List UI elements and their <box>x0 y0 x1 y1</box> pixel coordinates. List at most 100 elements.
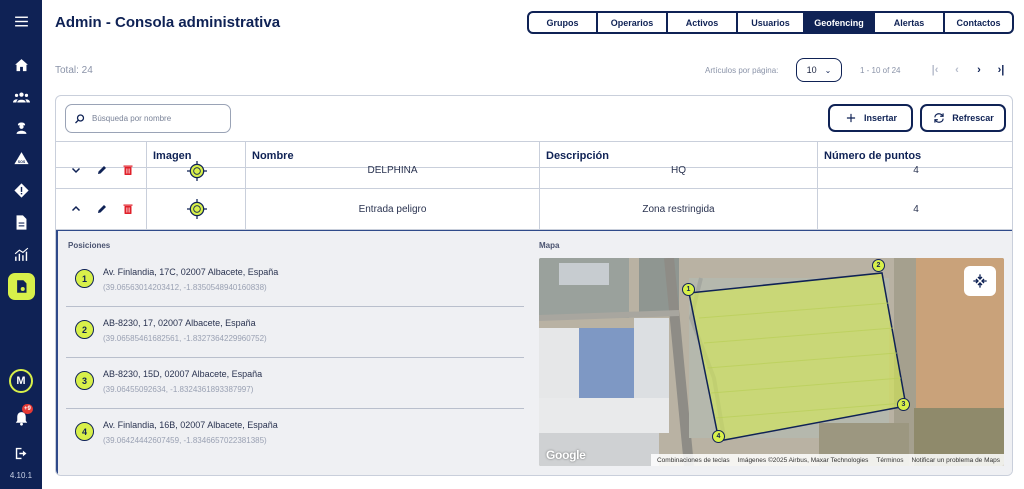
row-points: 4 <box>913 203 919 215</box>
position-item: 3 AB-8230, 15D, 02007 Albacete, España (… <box>66 358 524 409</box>
delete-trash-icon[interactable] <box>122 203 134 215</box>
app-root: SOS M +9 4.10.1 Admin - Consola administ… <box>0 0 1024 489</box>
satellite-map-image <box>539 258 1004 466</box>
document-icon[interactable] <box>0 209 42 235</box>
tab-contactos[interactable]: Contactos <box>944 11 1014 34</box>
row-name-cell: Entrada peligro <box>245 189 539 229</box>
groups-icon[interactable] <box>0 84 42 110</box>
map-marker[interactable]: 2 <box>872 259 885 272</box>
row-points-cell: 4 <box>817 165 1012 188</box>
map-view[interactable]: 1 2 3 4 Google Combinaciones de teclas I… <box>539 258 1004 466</box>
geofence-table-card: Insertar Refrescar Imagen Nombre Descrip… <box>55 95 1013 476</box>
collapse-arrows-icon <box>973 274 987 288</box>
position-item: 2 AB-8230, 17, 02007 Albacete, España (3… <box>66 307 524 358</box>
total-count: Total: 24 <box>55 65 93 76</box>
analytics-icon[interactable] <box>0 241 42 267</box>
search-icon <box>75 113 85 123</box>
position-item: 1 Av. Finlandia, 17C, 02007 Albacete, Es… <box>66 256 524 307</box>
position-number: 4 <box>75 422 94 441</box>
delete-trash-icon[interactable] <box>122 164 134 176</box>
table-row[interactable]: DELPHINA HQ 4 <box>56 161 1012 189</box>
position-item: 4 Av. Finlandia, 16B, 02007 Albacete, Es… <box>66 409 524 460</box>
previous-page-icon[interactable]: ‹ <box>950 62 964 78</box>
app-version: 4.10.1 <box>9 471 33 480</box>
last-page-icon[interactable]: ›| <box>994 62 1008 78</box>
search-box[interactable] <box>65 104 231 133</box>
positions-label: Posiciones <box>68 241 111 250</box>
sidebar: SOS M +9 4.10.1 <box>0 0 42 489</box>
position-address: Av. Finlandia, 16B, 02007 Albacete, Espa… <box>103 420 278 430</box>
report-problem-link[interactable]: Notificar un problema de Maps <box>911 457 1000 464</box>
logout-icon[interactable] <box>0 440 42 466</box>
chevron-down-icon: ⌄ <box>824 65 832 75</box>
next-page-icon[interactable]: › <box>972 62 986 78</box>
position-coordinates: (39.06563014203412, -1.8350548940160838) <box>103 283 267 292</box>
section-tabs: Grupos Operarios Activos Usuarios Geofen… <box>527 11 1014 34</box>
position-coordinates: (39.06424442607459, -1.8346657022381385) <box>103 436 267 445</box>
notification-badge: +9 <box>22 404 33 414</box>
row-points-cell: 4 <box>817 189 1012 229</box>
map-marker[interactable]: 1 <box>682 283 695 296</box>
refresh-button-label: Refrescar <box>952 113 994 123</box>
sos-icon[interactable]: SOS <box>0 145 42 171</box>
position-number: 1 <box>75 269 94 288</box>
map-marker[interactable]: 3 <box>897 398 910 411</box>
table-row[interactable]: Entrada peligro Zona restringida 4 <box>56 189 1012 230</box>
search-input[interactable] <box>92 114 222 123</box>
avatar[interactable]: M <box>9 369 33 393</box>
menu-icon[interactable] <box>0 8 42 34</box>
insert-button-label: Insertar <box>863 113 898 123</box>
row-detail-panel: Posiciones Mapa 1 Av. Finlandia, 17C, 02… <box>56 230 1012 475</box>
tab-usuarios[interactable]: Usuarios <box>737 11 804 34</box>
svg-text:SOS: SOS <box>17 159 25 163</box>
home-icon[interactable] <box>0 52 42 78</box>
keyboard-shortcuts-link[interactable]: Combinaciones de teclas <box>657 457 730 464</box>
tab-alertas[interactable]: Alertas <box>874 11 944 34</box>
alert-icon[interactable] <box>0 177 42 203</box>
refresh-icon <box>934 113 944 123</box>
row-image-cell <box>146 161 246 188</box>
row-description-cell: Zona restringida <box>539 189 817 229</box>
row-points: 4 <box>913 165 919 176</box>
row-name: Entrada peligro <box>358 203 427 215</box>
row-description-cell: HQ <box>539 165 817 188</box>
operator-icon[interactable] <box>0 114 42 140</box>
tab-operarios[interactable]: Operarios <box>597 11 667 34</box>
tab-geofencing[interactable]: Geofencing <box>804 11 874 34</box>
position-coordinates: (39.06585461682561, -1.8327364229960752) <box>103 334 267 343</box>
position-address: AB-8230, 15D, 02007 Albacete, España <box>103 369 263 379</box>
position-address: AB-8230, 17, 02007 Albacete, España <box>103 318 256 328</box>
position-address: Av. Finlandia, 17C, 02007 Albacete, Espa… <box>103 267 279 277</box>
per-page-value: 10 <box>806 65 817 75</box>
row-name: DELPHINA <box>367 165 418 176</box>
map-marker[interactable]: 4 <box>712 430 725 443</box>
row-image-cell <box>146 189 246 229</box>
terms-link[interactable]: Términos <box>876 457 903 464</box>
map-label: Mapa <box>539 241 560 250</box>
collapse-chevron-icon[interactable] <box>70 203 82 215</box>
expand-chevron-icon[interactable] <box>70 164 82 176</box>
row-description: Zona restringida <box>642 203 715 215</box>
insert-button[interactable]: Insertar <box>828 104 913 132</box>
refresh-button[interactable]: Refrescar <box>920 104 1006 132</box>
plus-icon <box>846 113 856 123</box>
row-actions <box>70 189 134 229</box>
position-number: 2 <box>75 320 94 339</box>
edit-pencil-icon[interactable] <box>96 164 108 176</box>
geofence-marker-icon <box>186 199 207 219</box>
per-page-select[interactable]: 10 ⌄ <box>796 58 842 82</box>
tab-grupos[interactable]: Grupos <box>527 11 597 34</box>
position-number: 3 <box>75 371 94 390</box>
row-actions <box>70 160 134 180</box>
per-page-label: Artículos por página: <box>705 66 779 75</box>
edit-pencil-icon[interactable] <box>96 203 108 215</box>
map-attribution-bar: Combinaciones de teclas Imágenes ©2025 A… <box>650 454 1004 466</box>
position-coordinates: (39.06455092634, -1.8324361893387997) <box>103 385 254 394</box>
page-title: Admin - Consola administrativa <box>55 14 281 31</box>
map-fit-bounds-button[interactable] <box>964 266 996 296</box>
geofence-icon[interactable] <box>8 273 35 300</box>
tab-activos[interactable]: Activos <box>667 11 737 34</box>
first-page-icon[interactable]: |‹ <box>928 62 942 78</box>
google-logo: Google <box>546 448 586 462</box>
notifications-bell-icon[interactable] <box>0 405 42 431</box>
